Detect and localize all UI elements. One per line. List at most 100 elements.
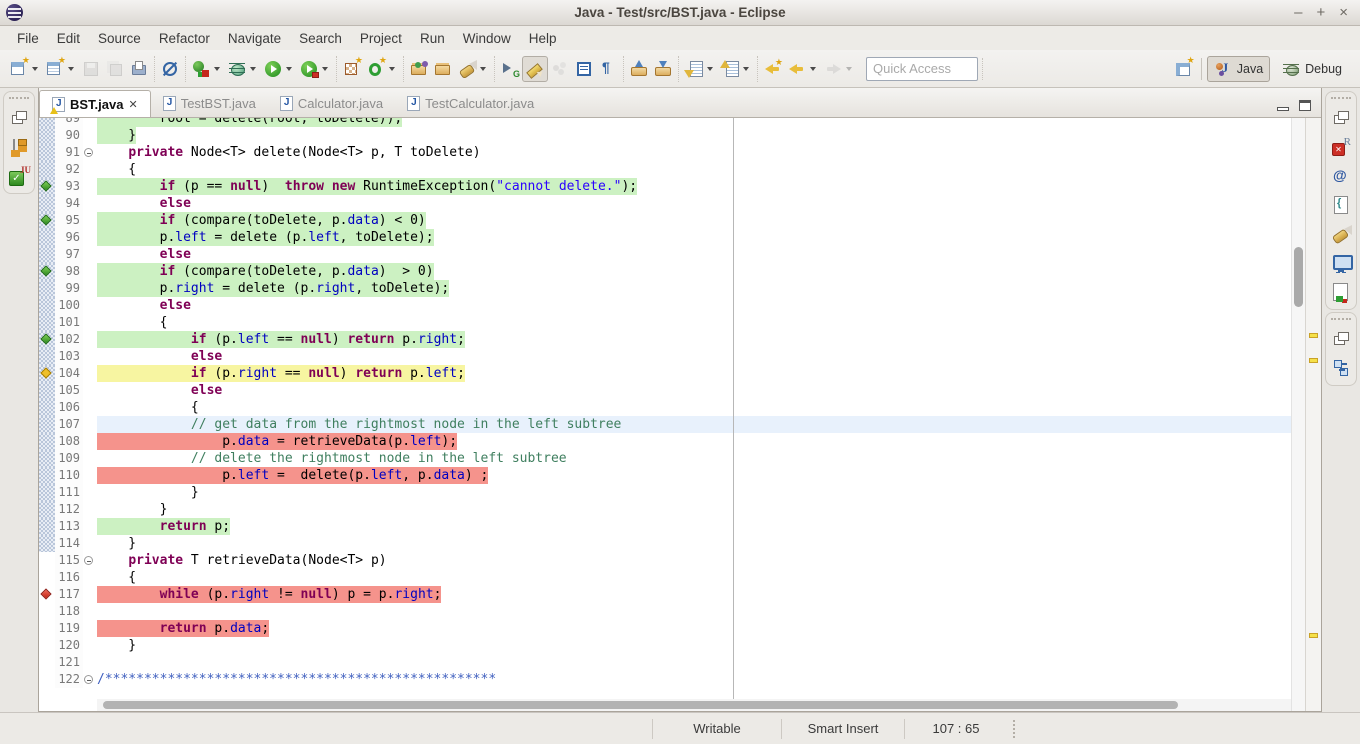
perspective-debug[interactable]: Debug bbox=[1276, 56, 1348, 82]
search-button[interactable] bbox=[455, 57, 491, 81]
next-annotation-dropdown[interactable] bbox=[707, 67, 713, 71]
tab-testbst-java[interactable]: TestBST.java bbox=[151, 90, 268, 117]
new-wizard-button[interactable] bbox=[43, 57, 79, 81]
menu-window[interactable]: Window bbox=[454, 29, 520, 48]
line-number[interactable]: 96 bbox=[55, 229, 83, 246]
line-number[interactable]: 108 bbox=[55, 433, 83, 450]
annotation-ruler-cell[interactable] bbox=[39, 382, 55, 399]
annotation-ruler-cell[interactable] bbox=[39, 144, 55, 161]
open-resource-button[interactable] bbox=[431, 57, 455, 81]
annotation-ruler-cell[interactable] bbox=[39, 212, 55, 229]
run-external-tools-dropdown[interactable] bbox=[322, 67, 328, 71]
previous-annotation-dropdown[interactable] bbox=[743, 67, 749, 71]
next-annotation-button[interactable] bbox=[682, 57, 718, 81]
fold-collapse-toggle[interactable] bbox=[84, 556, 93, 565]
code-editor[interactable]: 89 root = delete(root, toDelete));90 }91… bbox=[39, 118, 1291, 711]
close-button[interactable]: × bbox=[1339, 5, 1348, 20]
extract-down-button[interactable] bbox=[651, 57, 675, 81]
annotation-ruler-cell[interactable] bbox=[39, 365, 55, 382]
line-number[interactable]: 95 bbox=[55, 212, 83, 229]
fold-collapse-toggle[interactable] bbox=[84, 148, 93, 157]
line-number[interactable]: 106 bbox=[55, 399, 83, 416]
annotation-ruler-cell[interactable] bbox=[39, 314, 55, 331]
line-number[interactable]: 107 bbox=[55, 416, 83, 433]
menu-refactor[interactable]: Refactor bbox=[150, 29, 219, 48]
annotation-ruler-cell[interactable] bbox=[39, 433, 55, 450]
line-number[interactable]: 122 bbox=[55, 671, 83, 688]
line-number[interactable]: 93 bbox=[55, 178, 83, 195]
show-whitespace-button[interactable] bbox=[596, 57, 620, 81]
tab-bst-java[interactable]: BST.java✕ bbox=[39, 90, 151, 117]
line-number[interactable]: 114 bbox=[55, 535, 83, 552]
perspective-java[interactable]: Java bbox=[1207, 56, 1270, 82]
line-number[interactable]: 115 bbox=[55, 552, 83, 569]
menu-run[interactable]: Run bbox=[411, 29, 454, 48]
quick-access-input[interactable] bbox=[866, 57, 978, 81]
rail-grip[interactable] bbox=[1331, 97, 1351, 99]
open-type-button[interactable] bbox=[407, 57, 431, 81]
menu-project[interactable]: Project bbox=[351, 29, 411, 48]
line-number[interactable]: 111 bbox=[55, 484, 83, 501]
console-view-button[interactable] bbox=[1330, 252, 1352, 274]
junit-view-button[interactable] bbox=[8, 165, 30, 187]
annotation-ruler-cell[interactable] bbox=[39, 331, 55, 348]
show-source-of-selected-element-button[interactable] bbox=[572, 57, 596, 81]
run-external-tools-button[interactable] bbox=[297, 57, 333, 81]
line-number[interactable]: 103 bbox=[55, 348, 83, 365]
run-dropdown[interactable] bbox=[286, 67, 292, 71]
menu-source[interactable]: Source bbox=[89, 29, 150, 48]
annotation-ruler-cell[interactable] bbox=[39, 118, 55, 127]
annotation-ruler-cell[interactable] bbox=[39, 246, 55, 263]
tab-calculator-java[interactable]: Calculator.java bbox=[268, 90, 395, 117]
line-number[interactable]: 109 bbox=[55, 450, 83, 467]
line-number[interactable]: 102 bbox=[55, 331, 83, 348]
skip-all-breakpoints-button[interactable] bbox=[158, 57, 182, 81]
annotation-ruler-cell[interactable] bbox=[39, 484, 55, 501]
back-button[interactable] bbox=[785, 57, 821, 81]
line-number[interactable]: 101 bbox=[55, 314, 83, 331]
line-number[interactable]: 112 bbox=[55, 501, 83, 518]
minimize-button[interactable]: – bbox=[1294, 5, 1302, 20]
vertical-scrollbar-thumb[interactable] bbox=[1294, 247, 1303, 307]
problems-view-button[interactable] bbox=[1330, 136, 1352, 158]
open-perspective-button[interactable] bbox=[1172, 57, 1196, 81]
horizontal-scrollbar-thumb[interactable] bbox=[103, 701, 1178, 709]
new-java-class-dropdown[interactable] bbox=[389, 67, 395, 71]
back-dropdown[interactable] bbox=[810, 67, 816, 71]
coverage-button[interactable] bbox=[189, 57, 225, 81]
javadoc-view-button[interactable] bbox=[1330, 165, 1352, 187]
extract-up-button[interactable] bbox=[627, 57, 651, 81]
warning-overview-marker[interactable] bbox=[1309, 358, 1318, 363]
print-button[interactable] bbox=[127, 57, 151, 81]
line-number[interactable]: 90 bbox=[55, 127, 83, 144]
line-number[interactable]: 110 bbox=[55, 467, 83, 484]
coverage-view-button[interactable] bbox=[1330, 281, 1352, 303]
outline-view-button[interactable] bbox=[1330, 357, 1352, 379]
annotation-ruler-cell[interactable] bbox=[39, 161, 55, 178]
annotation-ruler-cell[interactable] bbox=[39, 535, 55, 552]
minimize-editor-button[interactable] bbox=[1277, 107, 1289, 111]
annotation-ruler-cell[interactable] bbox=[39, 195, 55, 212]
line-number[interactable]: 98 bbox=[55, 263, 83, 280]
line-number[interactable]: 99 bbox=[55, 280, 83, 297]
annotation-ruler-cell[interactable] bbox=[39, 654, 55, 671]
annotation-ruler-cell[interactable] bbox=[39, 501, 55, 518]
fold-collapse-toggle[interactable] bbox=[84, 675, 93, 684]
rail-grip[interactable] bbox=[9, 97, 29, 99]
line-number[interactable]: 119 bbox=[55, 620, 83, 637]
tab-close-icon[interactable]: ✕ bbox=[128, 98, 137, 111]
overview-ruler[interactable] bbox=[1305, 118, 1321, 711]
line-number[interactable]: 118 bbox=[55, 603, 83, 620]
vertical-scrollbar[interactable] bbox=[1291, 118, 1305, 711]
annotation-ruler-cell[interactable] bbox=[39, 229, 55, 246]
annotation-ruler-cell[interactable] bbox=[39, 637, 55, 654]
new-dropdown[interactable] bbox=[32, 67, 38, 71]
new-wizard-dropdown[interactable] bbox=[68, 67, 74, 71]
maximize-button[interactable]: + bbox=[1316, 5, 1325, 20]
maximize-editor-button[interactable] bbox=[1299, 100, 1311, 111]
line-number[interactable]: 117 bbox=[55, 586, 83, 603]
debug-button[interactable] bbox=[225, 57, 261, 81]
restore-view-button[interactable] bbox=[8, 107, 30, 129]
run-button[interactable] bbox=[261, 57, 297, 81]
restore-view-button[interactable] bbox=[1330, 107, 1352, 129]
